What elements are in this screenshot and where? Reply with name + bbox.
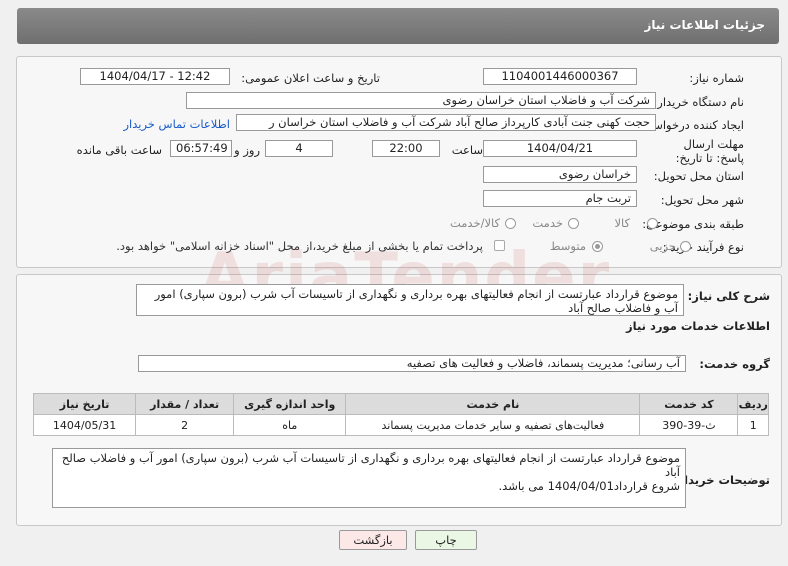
province-field: خراسان رضوی — [483, 166, 637, 183]
city-label: شهر محل تحویل: — [660, 193, 744, 207]
cell-row: 1 — [737, 414, 769, 436]
creator-field: حجت کهنی جنت آبادی کارپرداز صالح آباد شر… — [236, 114, 656, 131]
table-row: 1 ث-39-390 فعالیت‌های تصفیه و سایر خدمات… — [32, 414, 769, 436]
cell-date: 1404/05/31 — [32, 414, 137, 436]
col-name: نام خدمت — [345, 393, 641, 415]
col-unit: واحد اندازه گیری — [233, 393, 347, 415]
buyer-notes-line1: موضوع قرارداد عبارتست از انجام فعالیتهای… — [61, 451, 680, 479]
days-field: 4 — [265, 140, 333, 157]
buyer-notes-label: توضیحات خریدار: — [672, 473, 770, 487]
category-goods-label: کالا — [614, 216, 630, 230]
buyer-notes-textarea: موضوع قرارداد عبارتست از انجام فعالیتهای… — [52, 448, 686, 508]
services-table: ردیف کد خدمت نام خدمت واحد اندازه گیری ت… — [32, 393, 769, 436]
city-field: تربت جام — [483, 190, 637, 207]
buyer-org-field: شرکت آب و فاضلاب استان خراسان رضوی — [186, 92, 656, 109]
remaining-label: ساعت باقی مانده — [76, 143, 162, 157]
service-group-label: گروه خدمت: — [699, 357, 770, 371]
need-number-label: شماره نیاز: — [689, 71, 744, 85]
cell-code: ث-39-390 — [639, 414, 739, 436]
summary-textarea: موضوع قرارداد عبارتست از انجام فعالیتهای… — [136, 284, 684, 316]
province-label: استان محل تحویل: — [653, 169, 744, 183]
cell-name: فعالیت‌های تصفیه و سایر خدمات مدیریت پسم… — [345, 414, 641, 436]
buyer-notes-line2: شروع قرارداد1404/04/01 می باشد. — [498, 479, 680, 493]
category-goods-service-label: کالا/خدمت — [449, 216, 500, 230]
print-button[interactable]: چاپ — [415, 530, 477, 550]
buyer-org-label: نام دستگاه خریدار: — [653, 95, 744, 109]
col-qty: تعداد / مقدار — [135, 393, 235, 415]
page-title: جزئیات اطلاعات نیاز — [644, 18, 765, 32]
cell-unit: ماه — [233, 414, 347, 436]
page-header: جزئیات اطلاعات نیاز — [17, 8, 779, 44]
time-label: ساعت — [451, 143, 483, 157]
col-row: ردیف — [737, 393, 769, 415]
remaining-time-field: 06:57:49 — [170, 140, 232, 157]
announce-field: 1404/04/17 - 12:42 — [80, 68, 230, 85]
summary-label: شرح کلی نیاز: — [687, 289, 770, 303]
services-table-header: ردیف کد خدمت نام خدمت واحد اندازه گیری ت… — [32, 393, 769, 415]
back-button[interactable]: بازگشت — [339, 530, 407, 550]
category-radio-goods-service[interactable] — [505, 218, 516, 229]
purchase-radio-minor[interactable] — [680, 241, 691, 252]
deadline-label: مهلت ارسال پاسخ: تا تاریخ: — [675, 137, 744, 165]
category-radio-goods[interactable] — [647, 218, 658, 229]
cell-qty: 2 — [135, 414, 235, 436]
need-number-field: 1104001446000367 — [483, 68, 637, 85]
col-code: کد خدمت — [639, 393, 739, 415]
deadline-time-field: 22:00 — [372, 140, 440, 157]
category-service-label: خدمت — [532, 216, 563, 230]
contact-buyer-link[interactable]: اطلاعات تماس خریدار — [123, 117, 230, 131]
announce-label: تاریخ و ساعت اعلان عمومی: — [241, 71, 380, 85]
deadline-date-field: 1404/04/21 — [483, 140, 637, 157]
days-label: روز و — [234, 143, 260, 157]
category-radio-service[interactable] — [568, 218, 579, 229]
services-title: اطلاعات خدمات مورد نیاز — [626, 319, 770, 333]
col-date: تاریخ نیاز — [32, 393, 137, 415]
service-group-field: آب رسانی؛ مدیریت پسماند، فاضلاب و فعالیت… — [138, 355, 686, 372]
purchase-minor-label: جزیی — [649, 239, 676, 253]
